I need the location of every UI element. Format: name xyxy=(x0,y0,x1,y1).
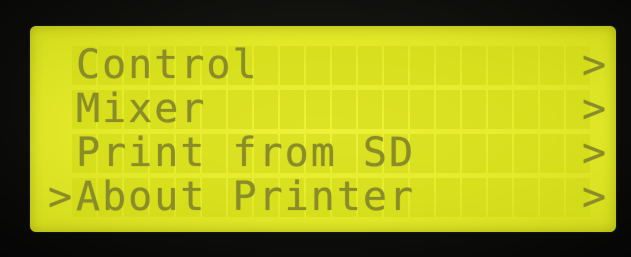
menu-item-label: Control xyxy=(76,42,259,88)
menu-item-label: About Printer xyxy=(76,174,416,220)
lcd-bezel: Control > Mixer > Print from SD > > Abou… xyxy=(0,0,631,257)
selection-cursor: > xyxy=(48,174,75,220)
submenu-arrow-icon: > xyxy=(582,86,609,132)
lcd-screen: Control > Mixer > Print from SD > > Abou… xyxy=(30,26,616,232)
menu-list: Control > Mixer > Print from SD > > Abou… xyxy=(48,42,606,220)
menu-item-control[interactable]: Control > xyxy=(72,42,606,88)
submenu-arrow-icon: > xyxy=(582,42,609,88)
menu-item-label: Mixer xyxy=(76,86,207,132)
menu-item-mixer[interactable]: Mixer > xyxy=(72,86,606,132)
submenu-arrow-icon: > xyxy=(582,130,609,176)
menu-item-print-from-sd[interactable]: Print from SD > xyxy=(72,130,606,176)
menu-item-label: Print from SD xyxy=(76,130,416,176)
submenu-arrow-icon: > xyxy=(582,174,609,220)
menu-item-about-printer[interactable]: > About Printer > xyxy=(48,174,606,220)
